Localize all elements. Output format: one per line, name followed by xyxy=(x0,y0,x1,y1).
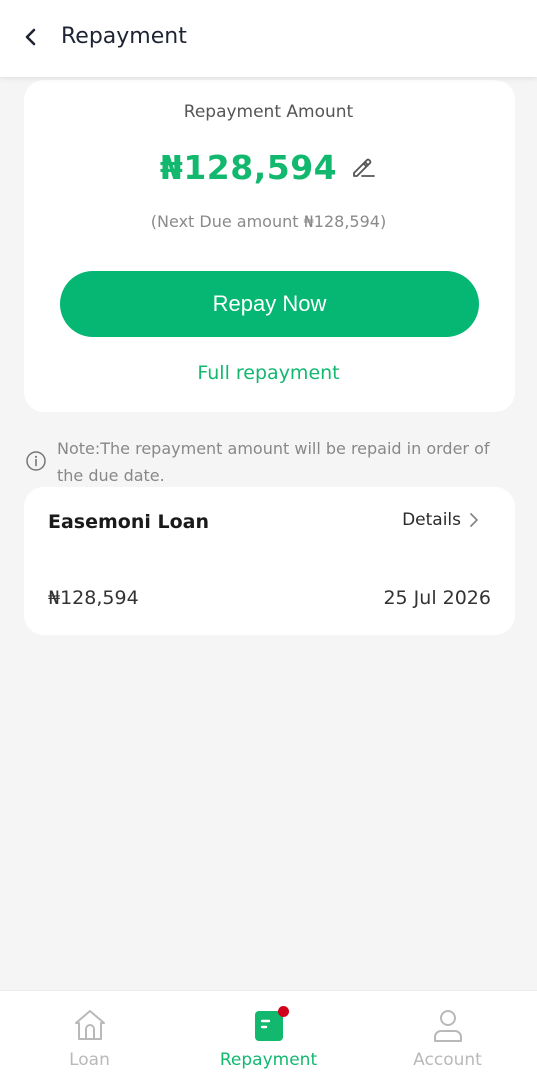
back-arrow-icon xyxy=(25,28,36,46)
next-due-amount-text: (Next Due amount ₦128,594) xyxy=(0,212,537,231)
tab-loan[interactable]: Loan xyxy=(0,991,179,1081)
next-due-suffix: ) xyxy=(379,212,387,231)
repayment-order-note: Note:The repayment amount will be repaid… xyxy=(57,439,490,485)
loan-due-date: 25 Jul 2026 xyxy=(383,587,491,609)
tab-account-label: Account xyxy=(413,1050,482,1070)
home-icon xyxy=(70,1005,110,1045)
chevron-right-icon xyxy=(470,513,478,527)
loan-amount: ₦128,594 xyxy=(48,587,139,609)
repay-now-button[interactable]: Repay Now xyxy=(60,271,479,337)
tab-repayment-label: Repayment xyxy=(219,1050,318,1070)
tab-repayment[interactable]: Repayment xyxy=(179,991,358,1081)
notification-dot xyxy=(277,1006,289,1017)
repayment-icon xyxy=(249,1005,289,1045)
repayment-amount-row: ₦128,594 xyxy=(0,144,537,190)
next-due-value: ₦128,594 xyxy=(303,212,380,231)
page-title: Repayment xyxy=(61,24,187,49)
pencil-icon xyxy=(353,158,376,177)
full-repayment-link[interactable]: Full repayment xyxy=(0,362,537,384)
edit-amount-button[interactable] xyxy=(349,153,377,181)
tab-loan-label: Loan xyxy=(69,1050,110,1070)
bottom-tab-bar: Loan Repayment Account xyxy=(0,990,537,1081)
loan-name: Easemoni Loan xyxy=(48,511,210,533)
details-label: Details xyxy=(402,510,461,530)
repayment-amount-value: ₦128,594 xyxy=(159,147,338,187)
next-due-prefix: (Next Due amount xyxy=(150,212,304,231)
loan-details-link[interactable]: Details xyxy=(402,508,479,532)
tab-account[interactable]: Account xyxy=(358,991,537,1081)
top-app-bar: Repayment xyxy=(0,0,537,77)
person-icon xyxy=(428,1005,468,1045)
repayment-amount-label: Repayment Amount xyxy=(183,102,354,122)
info-icon xyxy=(26,451,46,471)
back-button[interactable] xyxy=(14,20,48,54)
